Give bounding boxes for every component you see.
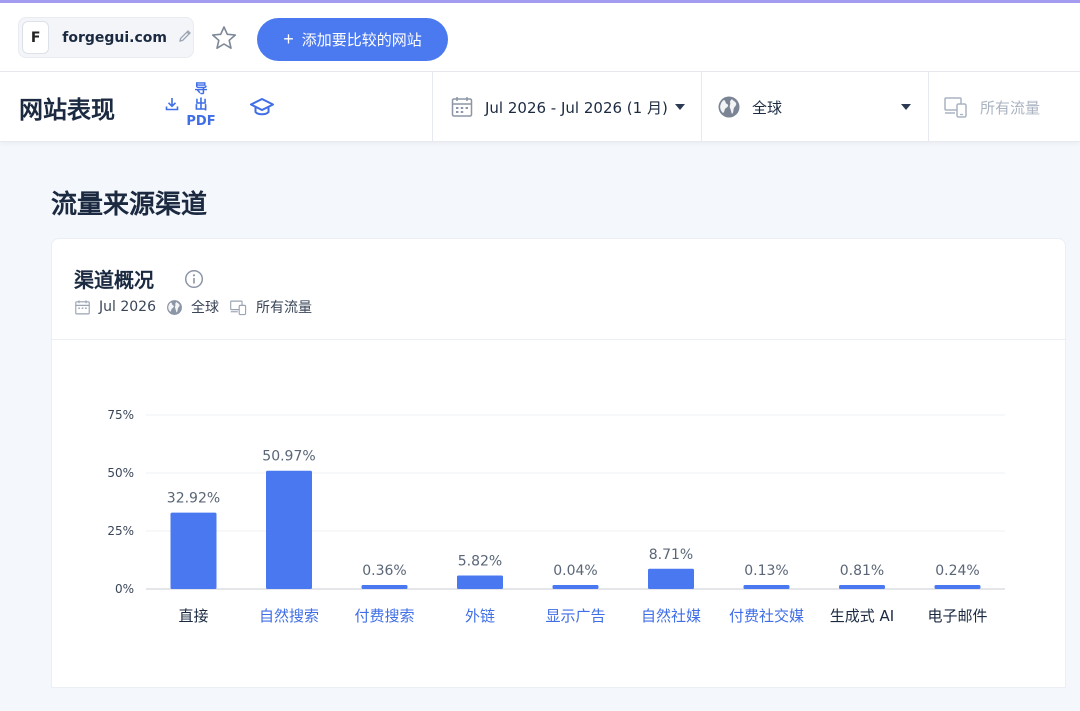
bar-value-label: 0.13% xyxy=(744,563,788,579)
meta-date: Jul 2026 xyxy=(99,299,156,315)
y-tick-label: 75% xyxy=(107,408,134,422)
chart-bar xyxy=(361,585,408,589)
export-label-line2: 出 xyxy=(194,98,208,113)
star-icon[interactable] xyxy=(210,25,238,55)
bar-value-label: 32.92% xyxy=(167,491,220,507)
export-pdf-button[interactable]: 导 出 PDF xyxy=(164,82,216,130)
chart-bar xyxy=(934,585,981,589)
chart-bar xyxy=(648,568,694,589)
category-label[interactable]: 付费社交媒 xyxy=(729,607,804,625)
page-header-bar: 网站表现 导 出 PDF Jul 2026 - Jul 2026 (1 月) 全… xyxy=(0,72,1080,142)
site-favicon: F xyxy=(22,21,50,54)
category-label[interactable]: 显示广告 xyxy=(545,607,605,625)
y-tick-label: 25% xyxy=(107,524,134,538)
category-label: 直接 xyxy=(178,607,208,625)
card-title: 渠道概况 xyxy=(74,268,154,292)
channel-overview-card: 渠道概况 Jul 2026 全球 所有流量 0% 25% 50% 75% 32.92% 直… xyxy=(51,238,1066,688)
chart-bar xyxy=(743,585,790,589)
site-name: forgegui.com xyxy=(62,29,167,46)
calendar-icon xyxy=(74,299,91,316)
chevron-down-icon xyxy=(901,104,911,110)
info-icon[interactable] xyxy=(184,269,204,293)
bar-value-label: 0.04% xyxy=(553,563,597,579)
pencil-icon[interactable] xyxy=(177,28,193,48)
chevron-down-icon xyxy=(674,104,685,110)
devices-icon xyxy=(229,299,248,316)
add-compare-site-label: 添加要比较的网站 xyxy=(301,32,422,49)
meta-geo: 全球 xyxy=(190,300,219,316)
traffic-type-selector[interactable]: 所有流量 xyxy=(928,72,1080,142)
chart-bar xyxy=(457,575,503,589)
add-compare-site-button[interactable]: + 添加要比较的网站 xyxy=(257,18,448,61)
devices-icon xyxy=(943,95,969,119)
y-tick-label: 50% xyxy=(107,466,134,480)
bar-value-label: 0.24% xyxy=(935,563,979,579)
plus-icon: + xyxy=(283,29,294,49)
category-label[interactable]: 自然搜索 xyxy=(259,607,319,625)
bar-value-label: 0.81% xyxy=(840,563,884,579)
graduation-cap-icon[interactable] xyxy=(249,96,275,122)
category-label: 电子邮件 xyxy=(927,607,987,625)
y-tick-label: 0% xyxy=(115,582,134,596)
category-label: 生成式 AI xyxy=(830,607,894,625)
export-label-line1: 导 xyxy=(194,82,208,97)
chart-bar xyxy=(266,470,312,589)
calendar-icon xyxy=(450,95,474,119)
site-selector[interactable]: F forgegui.com xyxy=(18,17,194,58)
card-meta: Jul 2026 全球 所有流量 xyxy=(74,297,322,317)
category-label[interactable]: 外链 xyxy=(465,607,495,625)
chart-canvas: 0% 25% 50% 75% 32.92% 直接 50.97% 自然搜索 0.36% 付费搜索 5.… xyxy=(107,408,1005,625)
chart-bar xyxy=(552,585,599,589)
date-range-picker[interactable]: Jul 2026 - Jul 2026 (1 月) xyxy=(432,72,702,142)
top-bar: F forgegui.com + 添加要比较的网站 xyxy=(0,3,1080,72)
bar-value-label: 5.82% xyxy=(458,553,502,569)
date-range-value: Jul 2026 - Jul 2026 (1 月) xyxy=(485,98,668,117)
section-title: 流量来源渠道 xyxy=(51,190,208,220)
bar-value-label: 0.36% xyxy=(362,563,406,579)
channel-bar-chart: 0% 25% 50% 75% 32.92% 直接 50.97% 自然搜索 0.36% 付费搜索 5.… xyxy=(52,341,1065,687)
bar-value-label: 50.97% xyxy=(262,449,315,465)
category-label[interactable]: 自然社媒 xyxy=(641,607,701,625)
page-title: 网站表现 xyxy=(19,96,115,124)
chart-bar xyxy=(839,585,885,589)
meta-traffic: 所有流量 xyxy=(255,300,312,316)
globe-icon xyxy=(166,299,183,316)
export-label-line3: PDF xyxy=(186,114,216,129)
country-selector[interactable]: 全球 xyxy=(701,72,929,142)
card-header: 渠道概况 Jul 2026 全球 所有流量 xyxy=(52,239,1065,340)
chart-bar xyxy=(170,512,217,589)
bar-value-label: 8.71% xyxy=(649,547,693,563)
traffic-type-value: 所有流量 xyxy=(980,98,1041,117)
download-icon xyxy=(164,96,180,116)
category-label[interactable]: 付费搜索 xyxy=(354,607,414,625)
country-value: 全球 xyxy=(752,98,783,117)
export-pdf-label: 导 出 PDF xyxy=(186,82,216,130)
globe-icon xyxy=(717,95,741,119)
